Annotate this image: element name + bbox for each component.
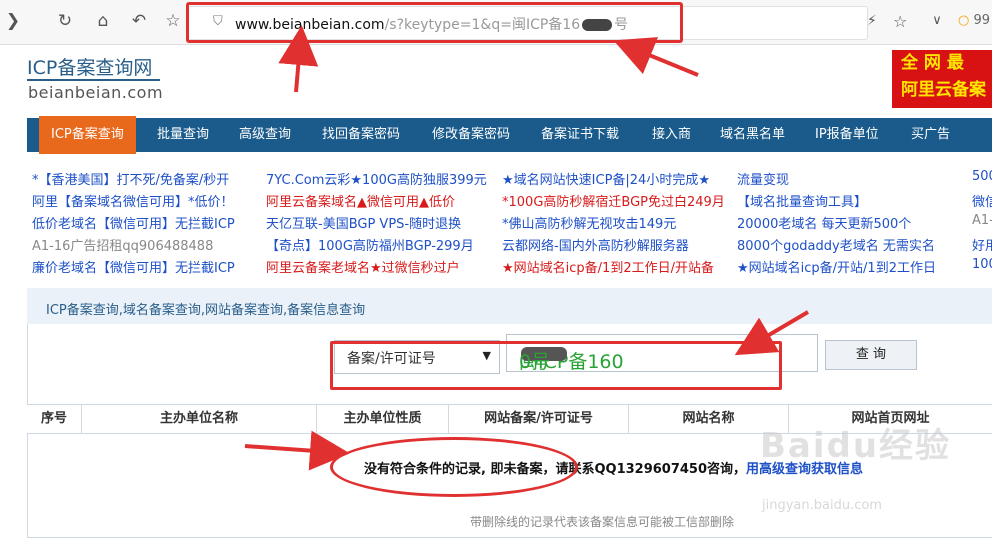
nav-item-batch-query[interactable]: 批量查询 [157,118,209,152]
site-logo-title[interactable]: ICP备案查询网 [27,53,152,80]
annotation-box-url [186,2,683,43]
ad-line-2: 阿里云备案 [901,80,986,100]
home-icon[interactable]: ⌂ [92,10,114,32]
ad-link[interactable]: *100G高防秒解宿迁BGP免过白249月 [502,191,725,210]
refresh-icon[interactable]: ↻ [54,10,76,32]
col-header-org-name: 主办单位名称 [82,405,317,433]
header-ad-banner[interactable]: 全 网 最 阿里云备案 [892,50,992,108]
search-button[interactable]: 查 询 [825,340,917,370]
ad-link[interactable]: 流量变现 [737,169,789,188]
ad-link[interactable]: 低价老域名【微信可用】无拦截ICP [32,213,235,232]
logo-underline [27,79,160,81]
ad-link[interactable]: 阿里云备案老域名★过微信秒过户 [266,257,460,276]
baidu-watermark: Baidu经验 [760,426,952,466]
nav-item-ip-registrant[interactable]: IP报备单位 [815,118,879,152]
ad-link[interactable]: 廉价老域名【微信可用】无拦截ICP [32,257,235,276]
ad-link[interactable]: 100 [972,257,992,272]
ad-link[interactable]: 500 [972,169,992,184]
nav-item-change-password[interactable]: 修改备案密码 [432,118,510,152]
nav-item-icp-query[interactable]: ICP备案查询 [39,116,136,154]
undo-icon[interactable]: ↶ [128,10,150,32]
chevron-down-icon[interactable]: ∨ [926,10,948,32]
ad-link[interactable]: 天亿互联-美国BGP VPS-随时退换 [266,213,461,232]
ad-link[interactable]: *佛山高防秒解无视攻击149元 [502,213,676,232]
ad-link[interactable]: 7YC.Com云彩★100G高防独服399元 [266,169,487,188]
nav-item-buy-ads[interactable]: 买广告 [911,118,950,152]
col-header-org-type: 主办单位性质 [317,405,449,433]
ad-link[interactable]: 20000老域名 每天更新500个 [737,213,911,232]
search-panel-title: ICP备案查询,域名备案查询,网站备案查询,备案信息查询 [46,303,366,318]
table-footnote: 带删除线的记录代表该备案信息可能被工信部删除 [470,515,735,529]
annotation-arrow [613,37,699,77]
forward-icon[interactable]: ❯ [2,10,24,32]
circle-icon: ○ [958,13,970,28]
nav-item-access-provider[interactable]: 接入商 [652,118,691,152]
col-header-license: 网站备案/许可证号 [449,405,629,433]
nav-item-cert-download[interactable]: 备案证书下载 [541,118,619,152]
annotation-oval [330,437,578,497]
main-nav: ICP备案查询 批量查询 高级查询 找回备案密码 修改备案密码 备案证书下载 接… [27,116,992,154]
annotation-arrow [278,25,319,93]
bookmark-star-icon[interactable]: ☆ [162,10,184,32]
site-logo-domain[interactable]: beianbeian.com [28,83,163,102]
ad-link[interactable]: ★域名网站快速ICP备|24小时完成★ [502,169,710,188]
ad-link[interactable]: A1- [972,213,992,228]
ad-link[interactable]: 微信 [972,191,992,210]
ad-link[interactable]: ★网站域名icp备/开站/1到2工作日 [737,257,936,276]
ad-link[interactable]: A1-16广告招租qq906488488 [32,235,213,254]
ad-link[interactable]: 8000个godaddy老域名 无需实名 [737,235,935,254]
ad-link[interactable]: 阿里云备案域名▲微信可用▲低价 [266,191,455,210]
col-header-index: 序号 [27,405,82,433]
lightning-icon[interactable]: ⚡ [867,13,877,29]
ad-line-1: 全 网 最 [901,53,964,73]
ad-link[interactable]: 云都网络-国内外高防秒解服务器 [502,235,689,254]
nav-item-advanced-query[interactable]: 高级查询 [239,118,291,152]
favorite-star-icon[interactable]: ☆ [893,12,907,31]
extension-badge[interactable]: ○ 99 [958,13,990,28]
ad-link[interactable]: ★网站域名icp备/1到2工作日/开站备 [502,257,714,276]
ad-link[interactable]: 好用 [972,235,992,254]
ad-link[interactable]: 【域名批量查询工具】 [737,191,867,210]
nav-item-domain-blacklist[interactable]: 域名黑名单 [720,118,785,152]
ad-link[interactable]: *【香港美国】打不死/免备案/秒开 [32,169,229,188]
nav-item-recover-password[interactable]: 找回备案密码 [322,118,400,152]
baidu-watermark-url: jingyan.baidu.com [762,498,882,513]
ad-link[interactable]: 【奇点】100G高防福州BGP-299月 [266,235,474,254]
ad-link[interactable]: 阿里【备案域名微信可用】*低价！ [32,191,234,210]
annotation-box-search [330,341,782,390]
